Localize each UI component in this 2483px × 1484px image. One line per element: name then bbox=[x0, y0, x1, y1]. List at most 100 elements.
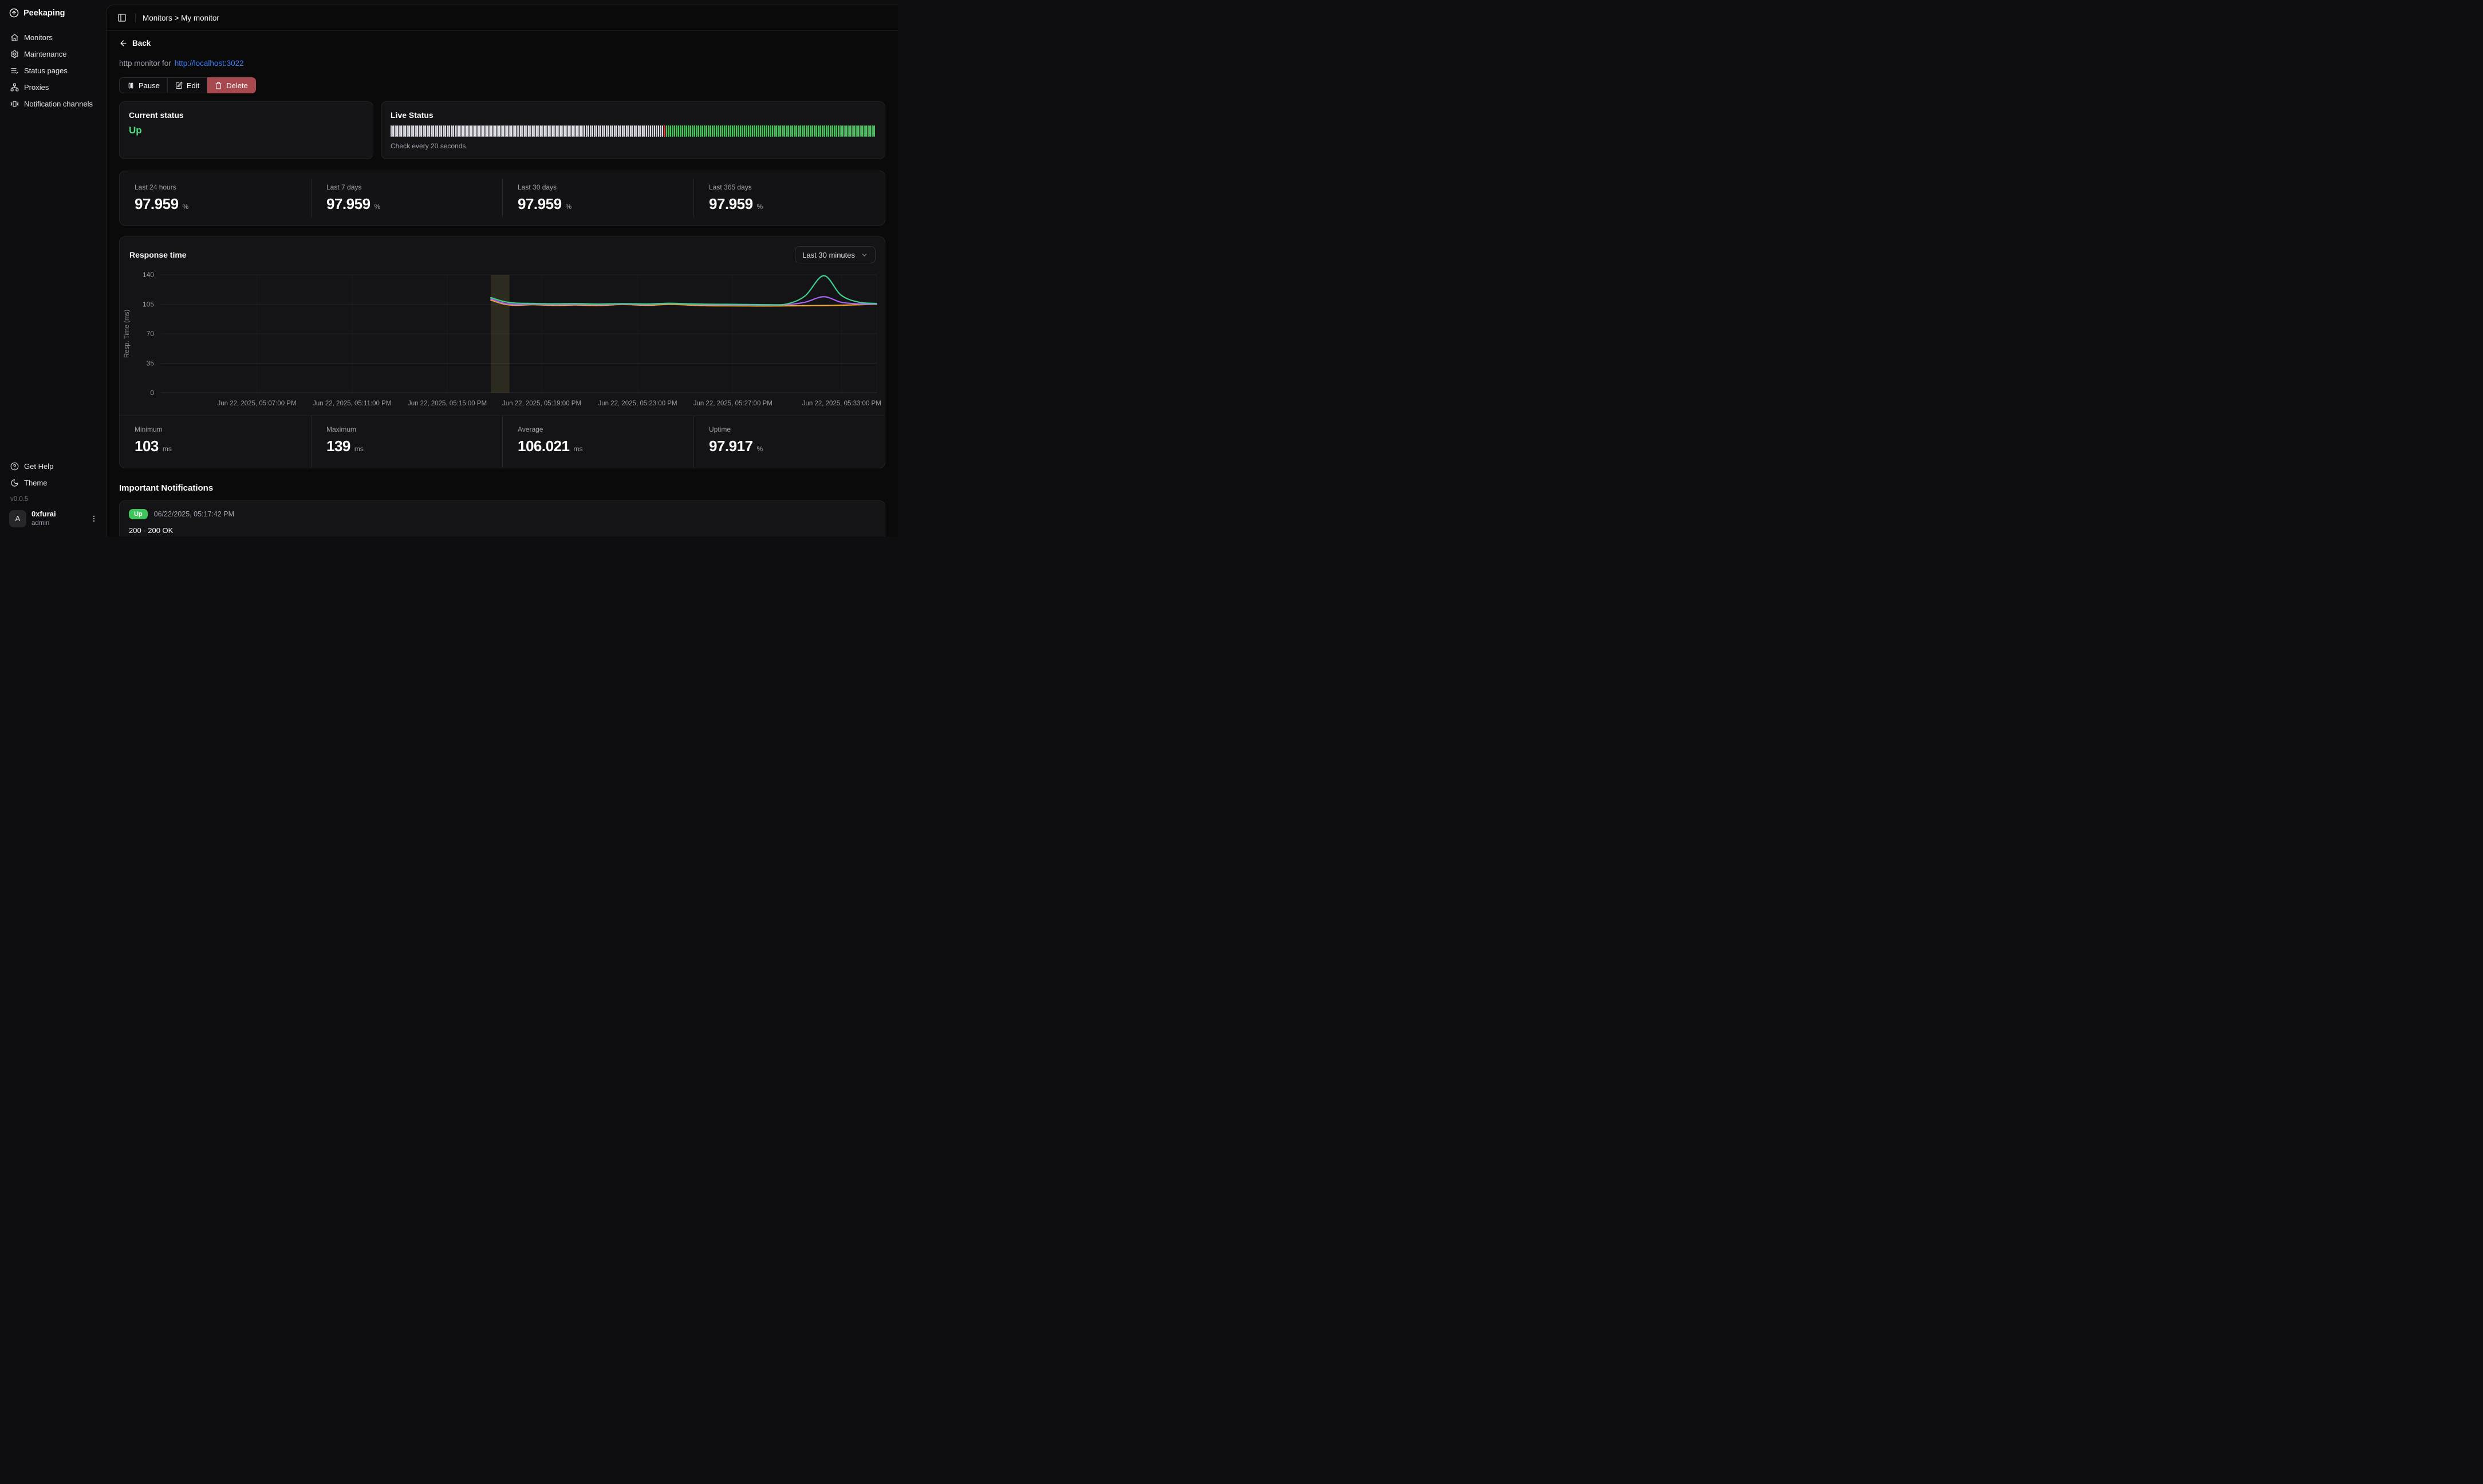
heartbeat-bar bbox=[698, 125, 699, 137]
stat-label: Last 30 days bbox=[518, 183, 679, 191]
delete-button[interactable]: Delete bbox=[207, 77, 256, 93]
monitor-type-text: http monitor for bbox=[119, 59, 171, 68]
heartbeat-bar bbox=[794, 125, 795, 137]
stat-unit: ms bbox=[573, 445, 582, 453]
sidebar-item-label: Theme bbox=[24, 479, 47, 487]
heartbeat-bar bbox=[488, 125, 490, 137]
app-version: v0.0.5 bbox=[10, 496, 98, 503]
heartbeat-bar bbox=[849, 125, 850, 137]
heartbeat-bar bbox=[596, 125, 597, 137]
back-button[interactable]: Back bbox=[119, 39, 151, 48]
sidebar-item-monitors[interactable]: Monitors bbox=[9, 30, 98, 45]
user-menu[interactable]: A 0xfurai admin bbox=[9, 510, 98, 527]
heartbeat-bar bbox=[748, 125, 749, 137]
heartbeat-bar bbox=[732, 125, 733, 137]
y-tick-label: 0 bbox=[150, 389, 154, 397]
heartbeat-bar bbox=[612, 125, 613, 137]
gear-icon bbox=[10, 50, 19, 58]
heartbeat-bar bbox=[728, 125, 729, 137]
house-icon bbox=[10, 33, 19, 42]
heartbeat-bar bbox=[462, 125, 463, 137]
heartbeat-bar bbox=[468, 125, 470, 137]
time-range-select[interactable]: Last 30 minutes bbox=[795, 246, 876, 263]
response-time-chart[interactable]: 03570105140Resp. Time (ms)Jun 22, 2025, … bbox=[120, 267, 885, 415]
sidebar-item-status-pages[interactable]: Status pages bbox=[9, 64, 98, 78]
heartbeat-bar bbox=[787, 125, 789, 137]
heartbeat-bar bbox=[648, 125, 649, 137]
heartbeat-bar bbox=[478, 125, 479, 137]
notifications-list: Up06/22/2025, 05:17:42 PM200 - 200 OKPin… bbox=[119, 500, 885, 536]
trash-icon bbox=[215, 82, 222, 89]
heartbeat-bar bbox=[810, 125, 811, 137]
heartbeat-bar bbox=[706, 125, 707, 137]
heartbeat-bar bbox=[750, 125, 751, 137]
heartbeat-bar bbox=[720, 125, 721, 137]
heartbeat-bar bbox=[823, 125, 825, 137]
topbar: Monitors > My monitor bbox=[107, 5, 898, 31]
y-tick-label: 70 bbox=[147, 330, 155, 338]
heartbeat-bar bbox=[722, 125, 723, 137]
heartbeat-bar bbox=[443, 125, 444, 137]
heartbeat-bar bbox=[391, 125, 392, 137]
heartbeat-bar bbox=[838, 125, 839, 137]
stat-cell: Average106.021ms bbox=[502, 416, 693, 468]
heartbeat-bar bbox=[530, 125, 531, 137]
heartbeat-bar bbox=[819, 125, 821, 137]
sidebar-item-theme[interactable]: Theme bbox=[9, 476, 98, 490]
heartbeat-bar bbox=[574, 125, 576, 137]
live-status-bars[interactable] bbox=[391, 125, 876, 137]
current-status-value: Up bbox=[129, 125, 364, 136]
heartbeat-bar bbox=[490, 125, 491, 137]
sidebar-item-label: Proxies bbox=[24, 83, 49, 92]
live-status-card: Live Status Check every 20 seconds bbox=[381, 101, 885, 159]
heartbeat-bar bbox=[682, 125, 683, 137]
heartbeat-bar bbox=[498, 125, 499, 137]
heartbeat-bar bbox=[772, 125, 773, 137]
y-tick-label: 35 bbox=[147, 360, 155, 368]
time-range-value: Last 30 minutes bbox=[802, 251, 855, 259]
heartbeat-bar bbox=[632, 125, 633, 137]
sidebar-item-get-help[interactable]: Get Help bbox=[9, 459, 98, 473]
heartbeat-bar bbox=[783, 125, 785, 137]
monitor-url-link[interactable]: http://localhost:3022 bbox=[175, 59, 244, 68]
heartbeat-bar bbox=[395, 125, 396, 137]
heartbeat-bar bbox=[460, 125, 462, 137]
heartbeat-bar bbox=[582, 125, 584, 137]
sidebar-item-proxies[interactable]: Proxies bbox=[9, 80, 98, 94]
edit-button[interactable]: Edit bbox=[168, 77, 207, 93]
heartbeat-bar bbox=[658, 125, 659, 137]
heartbeat-bar bbox=[474, 125, 475, 137]
stat-cell: Uptime97.917% bbox=[693, 416, 885, 468]
topbar-divider bbox=[135, 13, 136, 22]
sidebar-toggle-button[interactable] bbox=[116, 11, 128, 24]
brand[interactable]: Peekaping bbox=[9, 8, 98, 18]
app-root: Peekaping Monitors Maintenance Status page… bbox=[0, 0, 898, 536]
status-cards-row: Current status Up Live Status Check ever… bbox=[119, 101, 885, 159]
heartbeat-bar bbox=[660, 125, 661, 137]
heartbeat-bar bbox=[692, 125, 693, 137]
heartbeat-bar bbox=[807, 125, 809, 137]
notification-time: 06/22/2025, 05:17:42 PM bbox=[154, 510, 234, 518]
breadcrumb: Monitors > My monitor bbox=[143, 14, 219, 22]
status-badge: Up bbox=[129, 509, 148, 519]
heartbeat-bar bbox=[652, 125, 653, 137]
x-tick-label: Jun 22, 2025, 05:11:00 PM bbox=[313, 400, 391, 407]
stat-label: Last 365 days bbox=[709, 183, 870, 191]
heartbeat-bar bbox=[718, 125, 719, 137]
logo-circle-arrow-up-icon bbox=[9, 8, 19, 18]
heartbeat-bar bbox=[714, 125, 715, 137]
heartbeat-bar bbox=[568, 125, 569, 137]
heartbeat-bar bbox=[752, 125, 753, 137]
network-icon bbox=[10, 83, 19, 92]
heartbeat-bar bbox=[408, 125, 409, 137]
heartbeat-bar bbox=[734, 125, 735, 137]
stat-value: 97.959 bbox=[326, 195, 371, 213]
heartbeat-bar bbox=[666, 125, 667, 137]
pause-button[interactable]: Pause bbox=[119, 77, 168, 93]
ellipsis-vertical-icon[interactable] bbox=[90, 515, 98, 523]
heartbeat-bar bbox=[622, 125, 623, 137]
sidebar-item-maintenance[interactable]: Maintenance bbox=[9, 47, 98, 61]
x-tick-label: Jun 22, 2025, 05:33:00 PM bbox=[802, 400, 881, 407]
sidebar-item-notification-channels[interactable]: Notification channels bbox=[9, 97, 98, 111]
heartbeat-bar bbox=[844, 125, 845, 137]
